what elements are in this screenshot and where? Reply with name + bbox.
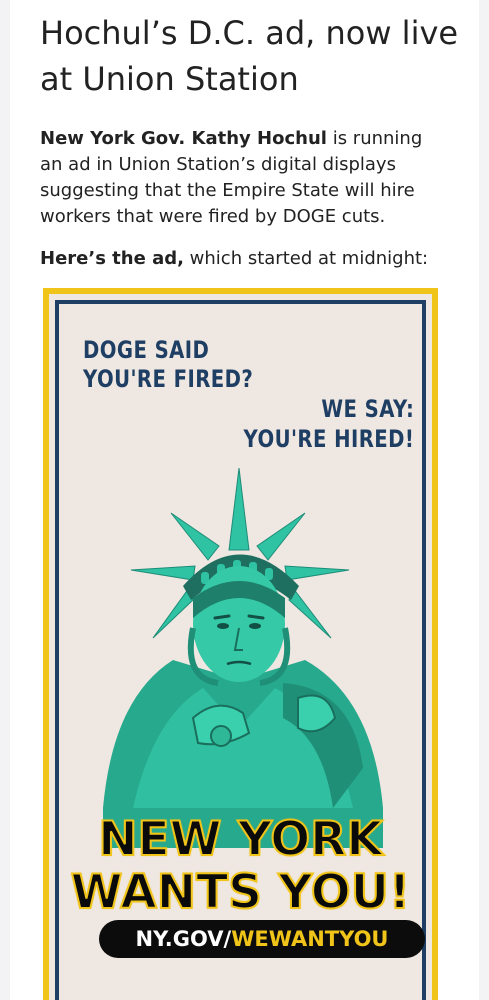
ad-url-suffix: WEWANTYOU [231, 927, 389, 951]
ad-doge-line1: DOGE SAID [83, 336, 210, 364]
paragraph-2-text: which started at midnight: [183, 248, 429, 269]
ad-we-say-text: WE SAY: YOU'RE HIRED! [243, 394, 414, 454]
ad-headline-line2: WANTS YOU! [70, 865, 412, 920]
ad-doge-line2: YOU'RE FIRED? [83, 365, 254, 393]
ad-we-say-line1: WE SAY: [321, 395, 414, 423]
paragraph-1-bold: New York Gov. Kathy Hochul [40, 128, 327, 149]
ad-image[interactable]: DOGE SAID YOU'RE FIRED? WE SAY: YOU'RE HIR… [43, 288, 438, 1000]
ad-url-prefix: NY.GOV/ [135, 927, 232, 951]
article-paragraph-2: Here’s the ad, which started at midnight… [40, 246, 450, 272]
ad-doge-said-text: DOGE SAID YOU'RE FIRED? [83, 336, 253, 394]
paragraph-2-bold: Here’s the ad, [40, 248, 184, 269]
ad-url-pill: NY.GOV/WEWANTYOU [99, 920, 425, 958]
article-headline: Hochul’s D.C. ad, now live at Union Stat… [40, 14, 459, 98]
article-page: Hochul’s D.C. ad, now live at Union Stat… [10, 0, 479, 1000]
ad-we-say-line2: YOU'RE HIRED! [243, 425, 414, 453]
ad-headline-line1: NEW YORK [97, 812, 384, 867]
article-paragraph-1: New York Gov. Kathy Hochul is running an… [40, 126, 450, 230]
